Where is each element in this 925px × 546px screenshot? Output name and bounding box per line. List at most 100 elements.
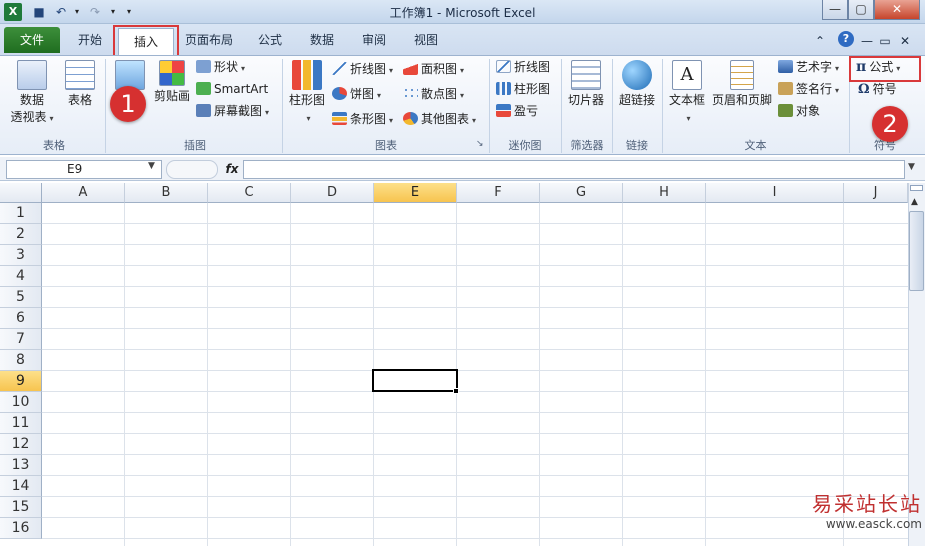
smartart-label: SmartArt: [214, 82, 269, 96]
pivot-table-label-1: 数据: [19, 93, 44, 107]
hyperlink-button[interactable]: 超链接: [614, 60, 660, 109]
row-header-8[interactable]: 8: [0, 350, 42, 371]
formula-bar-splitter[interactable]: [166, 160, 218, 179]
tab-formulas[interactable]: 公式: [248, 29, 292, 51]
column-header-h[interactable]: H: [623, 183, 706, 203]
sparkline-column-button[interactable]: 柱形图: [496, 79, 550, 99]
bar-chart-icon: [332, 112, 347, 125]
row-header-13[interactable]: 13: [0, 455, 42, 476]
tab-page-layout[interactable]: 页面布局: [178, 29, 240, 51]
tab-home[interactable]: 开始: [68, 29, 112, 51]
collapse-ribbon-icon[interactable]: ⌃: [812, 30, 828, 52]
pivot-dropdown-icon: ▾: [49, 114, 54, 123]
charts-dialog-launcher-icon[interactable]: ↘: [476, 139, 484, 149]
column-header-e[interactable]: E: [374, 183, 457, 203]
insert-function-icon[interactable]: fx: [222, 158, 242, 180]
other-charts-button[interactable]: 其他图表 ▾: [403, 109, 476, 129]
active-cell-e9[interactable]: [372, 369, 458, 392]
row-header-15[interactable]: 15: [0, 497, 42, 518]
row-header-10[interactable]: 10: [0, 392, 42, 413]
sparkline-winloss-button[interactable]: 盈亏: [496, 101, 538, 121]
name-box-dropdown-icon[interactable]: ▼: [148, 161, 155, 171]
row-header-4[interactable]: 4: [0, 266, 42, 287]
row-header-1[interactable]: 1: [0, 203, 42, 224]
scrollbar-thumb[interactable]: [909, 211, 924, 291]
row-header-7[interactable]: 7: [0, 329, 42, 350]
row-header-6[interactable]: 6: [0, 308, 42, 329]
area-chart-button[interactable]: 面积图 ▾: [403, 59, 464, 79]
scroll-up-icon[interactable]: ▲: [911, 197, 918, 207]
shapes-label: 形状: [214, 60, 239, 74]
shapes-button[interactable]: 形状 ▾: [196, 57, 245, 77]
row-header-2[interactable]: 2: [0, 224, 42, 245]
wordart-icon: [778, 60, 793, 73]
column-header-c[interactable]: C: [208, 183, 291, 203]
callout-step-1: 1: [110, 86, 146, 122]
textbox-dropdown-icon: ▾: [686, 114, 691, 123]
line-chart-button[interactable]: 折线图 ▾: [332, 59, 393, 79]
table-icon: [65, 60, 95, 90]
header-footer-label: 页眉和页脚: [711, 93, 772, 107]
workbook-minimize-button[interactable]: —: [858, 30, 876, 52]
sparkline-line-icon: [496, 60, 511, 73]
column-header-d[interactable]: D: [291, 183, 374, 203]
line-chart-label: 折线图: [350, 62, 387, 76]
row-header-11[interactable]: 11: [0, 413, 42, 434]
table-button[interactable]: 表格: [60, 60, 100, 109]
column-header-g[interactable]: G: [540, 183, 623, 203]
window-title: 工作簿1 - Microsoft Excel: [389, 6, 536, 20]
area-chart-dropdown-icon: ▾: [460, 66, 465, 75]
scatter-chart-button[interactable]: 散点图 ▾: [403, 84, 464, 104]
help-icon[interactable]: ?: [838, 31, 854, 47]
column-chart-button[interactable]: 柱形图 ▾: [286, 60, 328, 127]
maximize-button[interactable]: ▢: [848, 0, 874, 20]
column-header-i[interactable]: I: [706, 183, 844, 203]
column-header-a[interactable]: A: [42, 183, 125, 203]
screenshot-button[interactable]: 屏幕截图 ▾: [196, 101, 269, 121]
formula-input[interactable]: [243, 160, 905, 179]
workbook-restore-button[interactable]: ▭: [876, 30, 894, 52]
signature-line-button[interactable]: 签名行 ▾: [778, 79, 839, 99]
row-header-16[interactable]: 16: [0, 518, 42, 539]
tab-data[interactable]: 数据: [300, 29, 344, 51]
select-all-button[interactable]: [0, 183, 42, 203]
minimize-button[interactable]: —: [822, 0, 848, 20]
close-button[interactable]: ✕: [874, 0, 920, 20]
name-box[interactable]: E9: [6, 160, 162, 179]
row-header-12[interactable]: 12: [0, 434, 42, 455]
worksheet-grid[interactable]: [0, 183, 925, 546]
split-box[interactable]: [910, 185, 923, 191]
column-header-j[interactable]: J: [844, 183, 908, 203]
group-label-charts: 图表: [375, 139, 397, 152]
sparkline-line-button[interactable]: 折线图: [496, 57, 550, 77]
slicer-button[interactable]: 切片器: [564, 60, 608, 109]
tab-review[interactable]: 审阅: [352, 29, 396, 51]
column-header-f[interactable]: F: [457, 183, 540, 203]
tab-file[interactable]: 文件: [4, 27, 60, 53]
pie-chart-button[interactable]: 饼图 ▾: [332, 84, 381, 104]
workbook-close-button[interactable]: ✕: [896, 30, 914, 52]
tab-view[interactable]: 视图: [404, 29, 448, 51]
bar-chart-button[interactable]: 条形图 ▾: [332, 109, 393, 129]
shapes-icon: [196, 60, 211, 73]
clipart-button[interactable]: 剪贴画: [152, 60, 192, 105]
wordart-button[interactable]: 艺术字 ▾: [778, 57, 839, 77]
row-header-14[interactable]: 14: [0, 476, 42, 497]
textbox-button[interactable]: A 文本框 ▾: [666, 60, 708, 127]
row-header-3[interactable]: 3: [0, 245, 42, 266]
smartart-button[interactable]: SmartArt: [196, 79, 268, 99]
group-label-links: 链接: [626, 139, 648, 152]
expand-formula-bar-icon[interactable]: ▼: [908, 162, 915, 172]
scatter-chart-label: 散点图: [421, 87, 458, 101]
symbol-label: 符号: [872, 82, 897, 96]
row-header-5[interactable]: 5: [0, 287, 42, 308]
row-header-9[interactable]: 9: [0, 371, 42, 392]
header-footer-button[interactable]: 页眉和页脚: [710, 60, 774, 109]
row-gridline: [42, 244, 908, 245]
pivot-table-button[interactable]: 数据 透视表 ▾: [8, 60, 56, 127]
symbol-button[interactable]: Ω 符号: [858, 79, 897, 99]
object-button[interactable]: 对象: [778, 101, 820, 121]
fill-handle[interactable]: [453, 388, 459, 394]
group-label-tables: 表格: [43, 139, 65, 152]
column-header-b[interactable]: B: [125, 183, 208, 203]
